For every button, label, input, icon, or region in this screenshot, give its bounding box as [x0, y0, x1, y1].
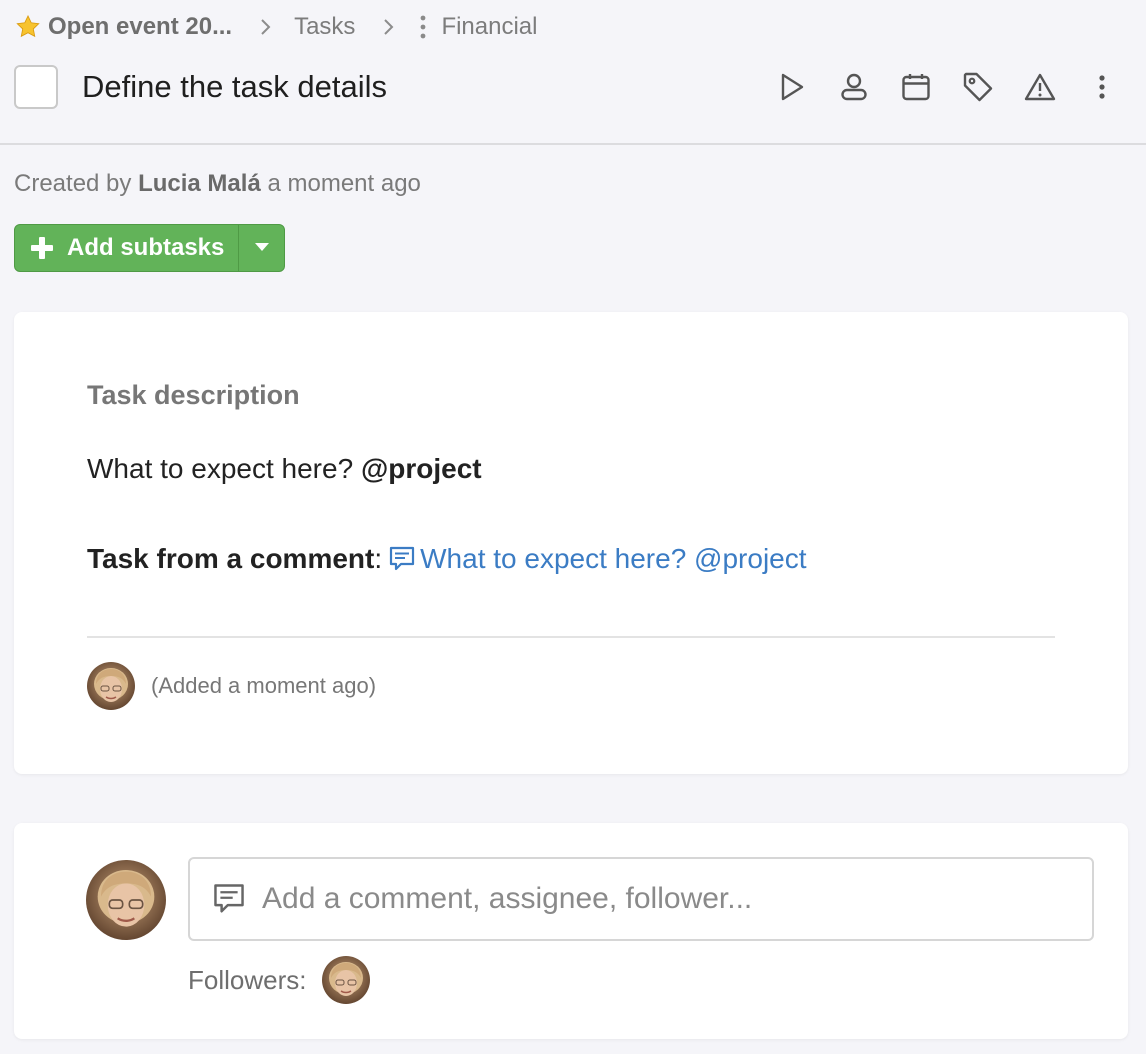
- current-user-avatar[interactable]: [86, 860, 166, 940]
- vertical-dots-icon[interactable]: [415, 14, 431, 40]
- comment-icon: [212, 882, 246, 916]
- added-note: (Added a moment ago): [151, 673, 377, 698]
- add-subtasks-split-button: Add subtasks: [14, 224, 286, 272]
- description-heading: Task description: [87, 380, 300, 410]
- star-icon[interactable]: [14, 13, 42, 41]
- breadcrumb-tasks[interactable]: Tasks: [294, 13, 355, 41]
- created-by-time: a moment ago: [267, 170, 421, 197]
- task-header: Define the task details: [14, 64, 1122, 110]
- comment-input[interactable]: Add a comment, assignee, follower...: [188, 857, 1094, 941]
- created-by-author[interactable]: Lucia Malá: [138, 170, 261, 197]
- comment-card: Add a comment, assignee, follower... Fol…: [14, 823, 1128, 1039]
- task-from-comment-label: Task from a comment: [87, 543, 375, 574]
- avatar[interactable]: [87, 662, 135, 710]
- source-comment-link-text: What to expect here? @project: [420, 543, 807, 574]
- project-mention: @project: [360, 453, 482, 484]
- task-toolbar: [750, 67, 1122, 107]
- more-vertical-icon[interactable]: [1082, 67, 1122, 107]
- description-text[interactable]: What to expect here? @project: [87, 453, 482, 485]
- caret-down-icon: [254, 239, 270, 257]
- description-line1-text: What to expect here?: [87, 453, 354, 484]
- follower-avatar[interactable]: [322, 956, 371, 1004]
- task-description-card: Task description What to expect here? @p…: [14, 312, 1128, 774]
- task-title[interactable]: Define the task details: [82, 69, 750, 105]
- breadcrumb-financial[interactable]: Financial: [441, 13, 537, 41]
- source-comment-link[interactable]: What to expect here? @project: [382, 543, 807, 575]
- task-from-comment-colon: :: [374, 543, 383, 574]
- header-divider: [0, 143, 1146, 145]
- breadcrumb: Open event 20... Tasks Financial: [14, 10, 537, 44]
- task-from-comment: Task from a comment: What to expect here…: [87, 543, 807, 575]
- calendar-icon[interactable]: [896, 67, 936, 107]
- chevron-right-icon: [377, 15, 401, 39]
- created-by: Created by Lucia Malá a moment ago: [14, 170, 421, 198]
- user-icon[interactable]: [834, 67, 874, 107]
- add-subtasks-label: Add subtasks: [67, 234, 225, 261]
- created-by-prefix: Created by: [14, 170, 132, 197]
- plus-icon: [29, 235, 55, 261]
- description-author-row: (Added a moment ago): [87, 662, 376, 710]
- chevron-right-icon: [254, 15, 278, 39]
- task-complete-checkbox[interactable]: [14, 65, 58, 109]
- comment-input-placeholder: Add a comment, assignee, follower...: [262, 882, 753, 915]
- comment-icon: [388, 545, 416, 573]
- followers: Followers:: [188, 956, 371, 1004]
- add-subtasks-button[interactable]: Add subtasks: [15, 225, 238, 271]
- breadcrumb-project[interactable]: Open event 20...: [48, 13, 232, 41]
- description-divider: [87, 636, 1055, 638]
- add-subtasks-dropdown-button[interactable]: [238, 225, 284, 271]
- tag-icon[interactable]: [958, 67, 998, 107]
- warning-icon[interactable]: [1020, 67, 1060, 107]
- followers-label: Followers:: [188, 964, 307, 995]
- play-icon[interactable]: [772, 67, 812, 107]
